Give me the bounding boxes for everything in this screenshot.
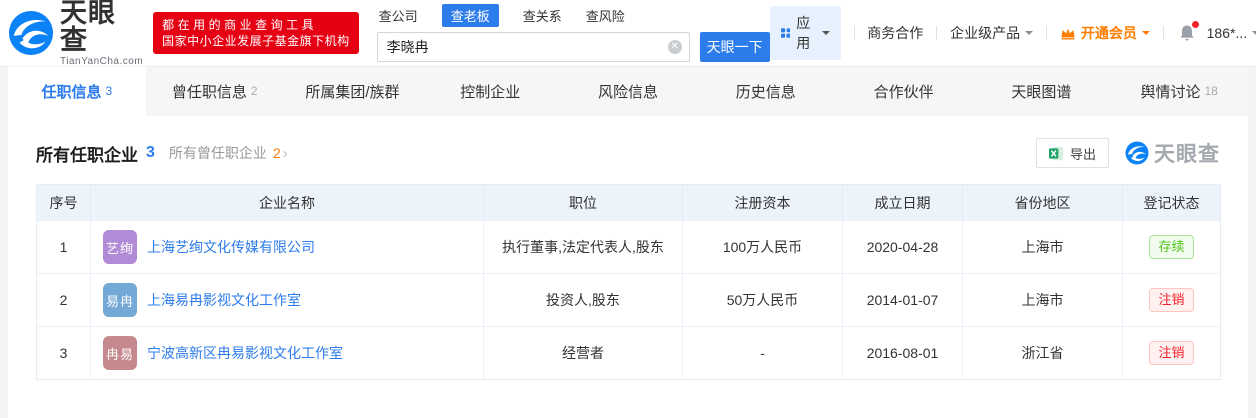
chevron-down-icon [821, 31, 830, 39]
nav-enterprise[interactable]: 企业级产品 [950, 23, 1034, 43]
nav-vip[interactable]: 开通会员 [1060, 23, 1150, 43]
tianyancha-watermark-icon [1125, 141, 1149, 165]
section-title: 所有任职企业 [36, 145, 138, 165]
profile-card: 任职信息 3 曾任职信息 2 所属集团/族群 控制企业 风险信息 历史信息 合作伙伴… [8, 66, 1248, 418]
tianyancha-logo[interactable]: 天眼查 TianYanCha.com [8, 0, 143, 67]
search-button[interactable]: 天眼一下 [699, 32, 770, 62]
clear-input-icon[interactable]: ✕ [667, 40, 682, 54]
row-seq: 3 [36, 326, 91, 380]
col-region: 省份地区 [962, 184, 1123, 221]
table-header-row: 序号 企业名称 职位 注册资本 成立日期 省份地区 登记状态 [36, 184, 1221, 221]
row-date: 2014-01-07 [842, 273, 963, 327]
row-position: 经营者 [483, 326, 683, 380]
col-date: 成立日期 [842, 184, 963, 221]
company-logo: 易冉 [103, 283, 137, 317]
row-region: 上海市 [962, 220, 1123, 274]
search-block: 查公司 查老板 查关系 查风险 ✕ 天眼一下 [376, 4, 770, 62]
row-date: 2016-08-01 [842, 326, 963, 380]
tab-history-info[interactable]: 历史信息 [697, 66, 835, 116]
row-seq: 2 [36, 273, 91, 327]
company-logo: 冉易 [103, 336, 137, 370]
chevron-down-icon [1025, 31, 1034, 39]
row-capital: - [682, 326, 843, 380]
logo-title: 天眼查 [60, 0, 116, 55]
col-status: 登记状态 [1122, 184, 1221, 221]
chevron-down-icon [1141, 31, 1150, 39]
tab-public-opinion[interactable]: 舆情讨论 18 [1110, 66, 1248, 116]
header-nav: 应用 商务合作 企业级产品 开通会员 186*... [769, 6, 1256, 60]
col-company: 企业名称 [90, 184, 484, 221]
search-tab-boss[interactable]: 查老板 [441, 4, 499, 27]
row-capital: 100万人民币 [682, 220, 843, 274]
row-capital: 50万人民币 [682, 273, 843, 327]
row-date: 2020-04-28 [842, 220, 963, 274]
col-seq: 序号 [36, 184, 91, 221]
row-seq: 1 [36, 220, 91, 274]
search-tab-relation[interactable]: 查关系 [523, 4, 562, 27]
tab-group[interactable]: 所属集团/族群 [284, 66, 422, 116]
notification-bell-icon[interactable] [1177, 21, 1199, 43]
search-tab-risk[interactable]: 查风险 [586, 4, 625, 27]
company-link[interactable]: 宁波高新区冉易影视文化工作室 [147, 343, 343, 363]
tab-positions[interactable]: 任职信息 3 [8, 66, 146, 116]
company-link[interactable]: 上海艺绚文化传媒有限公司 [147, 237, 315, 257]
crown-icon [1061, 28, 1075, 40]
col-capital: 注册资本 [682, 184, 843, 221]
search-tabs: 查公司 查老板 查关系 查风险 [377, 4, 770, 27]
table-row: 2 易冉 上海易冉影视文化工作室 投资人,股东 50万人民币 2014-01-0… [36, 273, 1221, 327]
section-tabbar: 任职信息 3 曾任职信息 2 所属集团/族群 控制企业 风险信息 历史信息 合作伙伴… [8, 66, 1248, 116]
apps-grid-icon [780, 28, 791, 38]
apps-label: 应用 [796, 15, 811, 51]
promo-badge: 都在用的商业查询工具 国家中小企业发展子基金旗下机构 [153, 12, 359, 54]
status-badge: 注销 [1149, 288, 1194, 312]
company-logo: 艺绚 [103, 230, 137, 264]
apps-menu[interactable]: 应用 [769, 6, 841, 60]
excel-icon [1048, 146, 1064, 160]
tab-graph[interactable]: 天眼图谱 [972, 66, 1110, 116]
status-badge: 注销 [1149, 341, 1194, 365]
tab-former-positions[interactable]: 曾任职信息 2 [146, 66, 284, 116]
chevron-down-icon [1252, 31, 1256, 39]
positions-table: 序号 企业名称 职位 注册资本 成立日期 省份地区 登记状态 1 艺绚 上海艺绚… [36, 184, 1221, 380]
col-position: 职位 [483, 184, 683, 221]
section-head: 所有任职企业 3 所有曾任职企业 2 › 导出 天眼查 [36, 138, 1220, 168]
row-position: 投资人,股东 [483, 273, 683, 327]
search-input[interactable] [376, 32, 690, 62]
nav-cooperation[interactable]: 商务合作 [867, 23, 923, 43]
row-position: 执行董事,法定代表人,股东 [483, 220, 683, 274]
tab-partners[interactable]: 合作伙伴 [835, 66, 973, 116]
top-header: 天眼查 TianYanCha.com 都在用的商业查询工具 国家中小企业发展子基… [0, 0, 1256, 66]
tianyancha-logo-icon [8, 10, 54, 56]
export-button[interactable]: 导出 [1035, 138, 1109, 168]
table-row: 1 艺绚 上海艺绚文化传媒有限公司 执行董事,法定代表人,股东 100万人民币 … [36, 220, 1221, 274]
tab-risk-info[interactable]: 风险信息 [559, 66, 697, 116]
status-badge: 存续 [1149, 235, 1194, 259]
promo-line1: 都在用的商业查询工具 [162, 18, 318, 32]
logo-subtitle: TianYanCha.com [60, 55, 144, 67]
row-region: 浙江省 [962, 326, 1123, 380]
row-region: 上海市 [962, 273, 1123, 327]
notification-dot [1191, 21, 1199, 28]
tianyancha-watermark: 天眼查 [1125, 138, 1220, 168]
search-tab-company[interactable]: 查公司 [379, 4, 418, 27]
former-companies-link[interactable]: 所有曾任职企业 2 › [169, 143, 288, 163]
table-row: 3 冉易 宁波高新区冉易影视文化工作室 经营者 - 2016-08-01 浙江省… [36, 326, 1221, 380]
account-phone[interactable]: 186*... [1207, 25, 1256, 41]
tab-controlled-companies[interactable]: 控制企业 [421, 66, 559, 116]
promo-line2: 国家中小企业发展子基金旗下机构 [162, 34, 350, 48]
chevron-right-icon: › [282, 144, 288, 162]
company-link[interactable]: 上海易冉影视文化工作室 [147, 290, 301, 310]
section-count: 3 [146, 144, 155, 161]
